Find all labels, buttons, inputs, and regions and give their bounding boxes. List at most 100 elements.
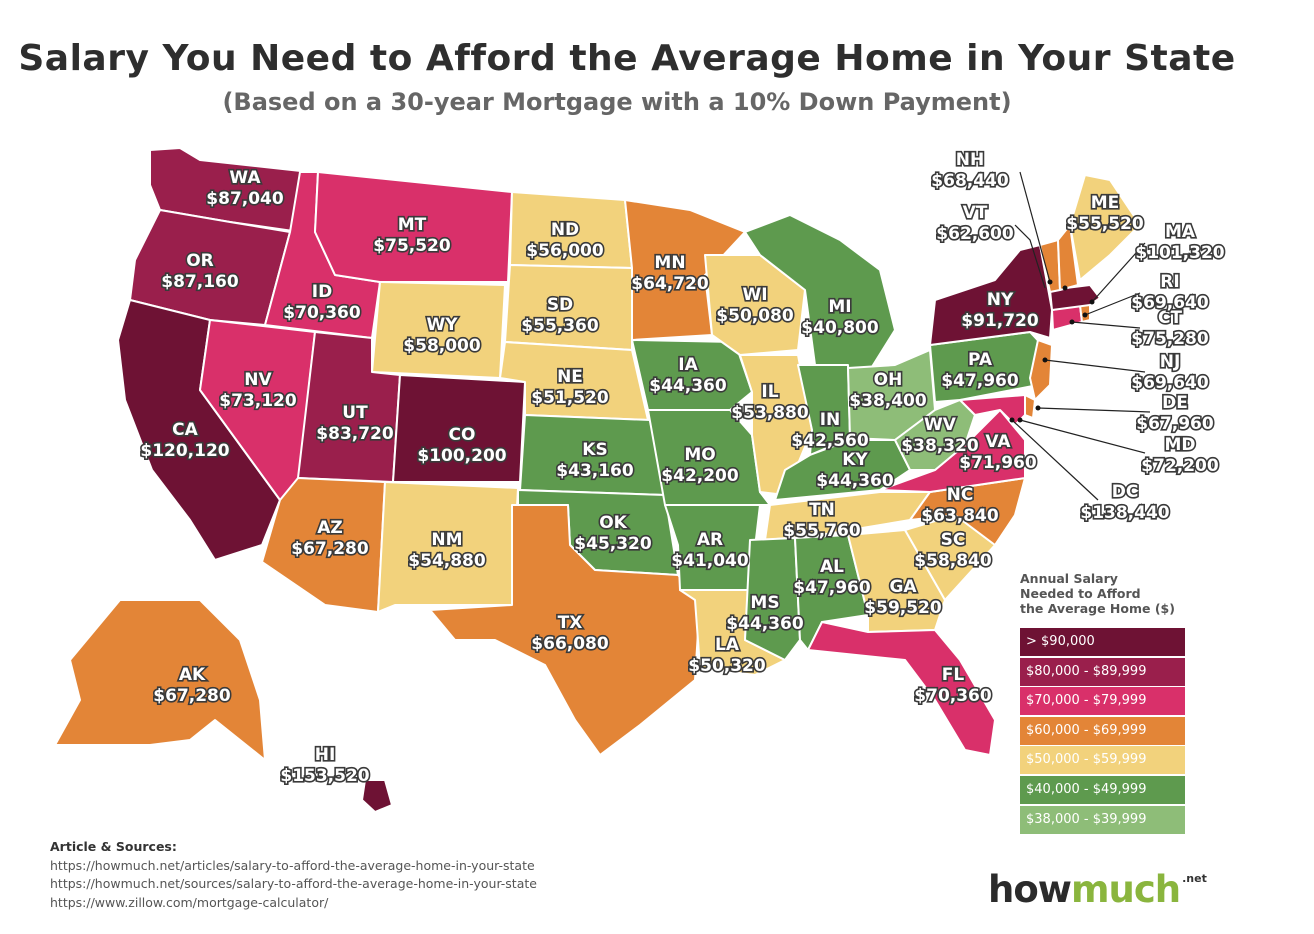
legend: Annual Salary Needed to Afford the Avera… <box>1020 571 1190 835</box>
state-abbr-WA: WA <box>229 168 261 188</box>
state-abbr-NM: NM <box>431 530 462 550</box>
state-abbr-NE: NE <box>557 367 583 387</box>
state-value-SD: $55,360 <box>521 316 599 336</box>
state-value-AR: $41,040 <box>671 551 749 571</box>
legend-item: $70,000 - $79,999 <box>1020 687 1185 716</box>
state-value-MT: $75,520 <box>373 236 451 256</box>
state-abbr-VT: VT <box>963 203 988 223</box>
state-value-NY: $91,720 <box>961 311 1039 331</box>
state-abbr-NV: NV <box>244 370 272 390</box>
state-value-KS: $43,160 <box>556 461 634 481</box>
source-link[interactable]: https://howmuch.net/articles/salary-to-a… <box>50 857 537 876</box>
legend-item: > $90,000 <box>1020 628 1185 656</box>
state-value-NH: $68,440 <box>931 171 1009 191</box>
state-abbr-MD: MD <box>1164 435 1195 455</box>
state-abbr-OH: OH <box>874 370 903 390</box>
howmuch-logo: howmuch .net <box>988 868 1207 911</box>
state-abbr-MI: MI <box>828 297 851 317</box>
state-abbr-ND: ND <box>551 220 579 240</box>
state-abbr-AL: AL <box>820 557 844 577</box>
state-abbr-HI: HI <box>315 745 336 765</box>
state-abbr-UT: UT <box>342 403 368 423</box>
state-value-CA: $120,120 <box>140 441 229 461</box>
state-value-VT: $62,600 <box>936 224 1014 244</box>
legend-item: $38,000 - $39,999 <box>1020 805 1185 834</box>
state-value-DE: $67,960 <box>1136 414 1214 434</box>
state-value-RI: $69,640 <box>1131 293 1209 313</box>
state-value-MO: $42,200 <box>661 466 739 486</box>
state-value-KY: $44,360 <box>816 471 894 491</box>
state-value-MS: $44,360 <box>726 614 804 634</box>
logo-much: much <box>1070 868 1181 911</box>
state-value-AZ: $67,280 <box>291 539 369 559</box>
state-abbr-NJ: NJ <box>1160 352 1181 372</box>
state-abbr-ME: ME <box>1091 193 1120 213</box>
sources: Article & Sources: https://howmuch.net/a… <box>50 838 537 912</box>
state-abbr-WI: WI <box>742 285 767 305</box>
state-value-ID: $70,360 <box>283 303 361 323</box>
legend-title: Annual Salary Needed to Afford the Avera… <box>1020 571 1190 616</box>
state-abbr-KS: KS <box>582 440 607 460</box>
state-abbr-CO: CO <box>449 425 476 445</box>
state-abbr-AK: AK <box>179 665 206 685</box>
source-link[interactable]: https://www.zillow.com/mortgage-calculat… <box>50 894 537 913</box>
legend-item: $80,000 - $89,999 <box>1020 657 1185 686</box>
state-abbr-IA: IA <box>678 355 698 375</box>
state-value-WI: $50,080 <box>716 306 794 326</box>
state-abbr-CA: CA <box>172 420 198 440</box>
state-value-GA: $59,520 <box>864 598 942 618</box>
state-abbr-MA: MA <box>1165 222 1196 242</box>
state-value-MI: $40,800 <box>801 318 879 338</box>
state-value-NJ: $69,640 <box>1131 373 1209 393</box>
state-value-WY: $58,000 <box>403 336 481 356</box>
state-value-FL: $70,360 <box>914 686 992 706</box>
state-DE <box>1024 394 1036 419</box>
state-value-LA: $50,320 <box>688 656 766 676</box>
state-value-UT: $83,720 <box>316 424 394 444</box>
state-value-OH: $38,400 <box>849 391 927 411</box>
state-abbr-FL: FL <box>942 665 965 685</box>
state-value-MN: $64,720 <box>631 274 709 294</box>
state-value-WA: $87,040 <box>206 189 284 209</box>
state-abbr-MS: MS <box>750 593 779 613</box>
state-value-NM: $54,880 <box>408 551 486 571</box>
state-value-WV: $38,320 <box>901 436 979 456</box>
state-value-VA: $71,960 <box>959 453 1037 473</box>
state-abbr-IL: IL <box>761 382 778 402</box>
state-abbr-MT: MT <box>398 215 427 235</box>
legend-title-line: Annual Salary <box>1020 571 1118 586</box>
state-abbr-MO: MO <box>684 445 715 465</box>
legend-title-line: Needed to Afford <box>1020 586 1141 601</box>
state-abbr-AR: AR <box>697 530 723 550</box>
state-AK <box>54 599 266 761</box>
state-abbr-DC: DC <box>1112 482 1139 502</box>
state-value-ME: $55,520 <box>1066 214 1144 234</box>
state-value-SC: $58,840 <box>914 551 992 571</box>
state-abbr-IN: IN <box>820 410 841 430</box>
state-value-OK: $45,320 <box>574 534 652 554</box>
state-abbr-SD: SD <box>547 295 573 315</box>
state-value-IL: $53,880 <box>731 403 809 423</box>
state-abbr-MN: MN <box>654 253 685 273</box>
legend-item: $40,000 - $49,999 <box>1020 775 1185 804</box>
state-value-OR: $87,160 <box>161 272 239 292</box>
state-abbr-NY: NY <box>987 290 1014 310</box>
state-abbr-DE: DE <box>1162 393 1188 413</box>
state-abbr-NC: NC <box>947 485 974 505</box>
state-abbr-ID: ID <box>312 282 332 302</box>
state-value-IA: $44,360 <box>649 376 727 396</box>
state-abbr-RI: RI <box>1160 272 1179 292</box>
state-abbr-SC: SC <box>941 530 966 550</box>
state-value-AL: $47,960 <box>793 578 871 598</box>
state-abbr-WV: WV <box>924 415 957 435</box>
legend-title-line: the Average Home ($) <box>1020 601 1175 616</box>
state-value-PA: $47,960 <box>941 371 1019 391</box>
legend-item: $50,000 - $59,999 <box>1020 746 1185 775</box>
state-abbr-VA: VA <box>985 432 1011 452</box>
state-value-CO: $100,200 <box>417 446 506 466</box>
logo-how: how <box>988 868 1072 911</box>
state-value-ND: $56,000 <box>526 241 604 261</box>
state-value-AK: $67,280 <box>153 686 231 706</box>
state-value-MD: $72,200 <box>1141 456 1219 476</box>
source-link[interactable]: https://howmuch.net/sources/salary-to-af… <box>50 875 537 894</box>
